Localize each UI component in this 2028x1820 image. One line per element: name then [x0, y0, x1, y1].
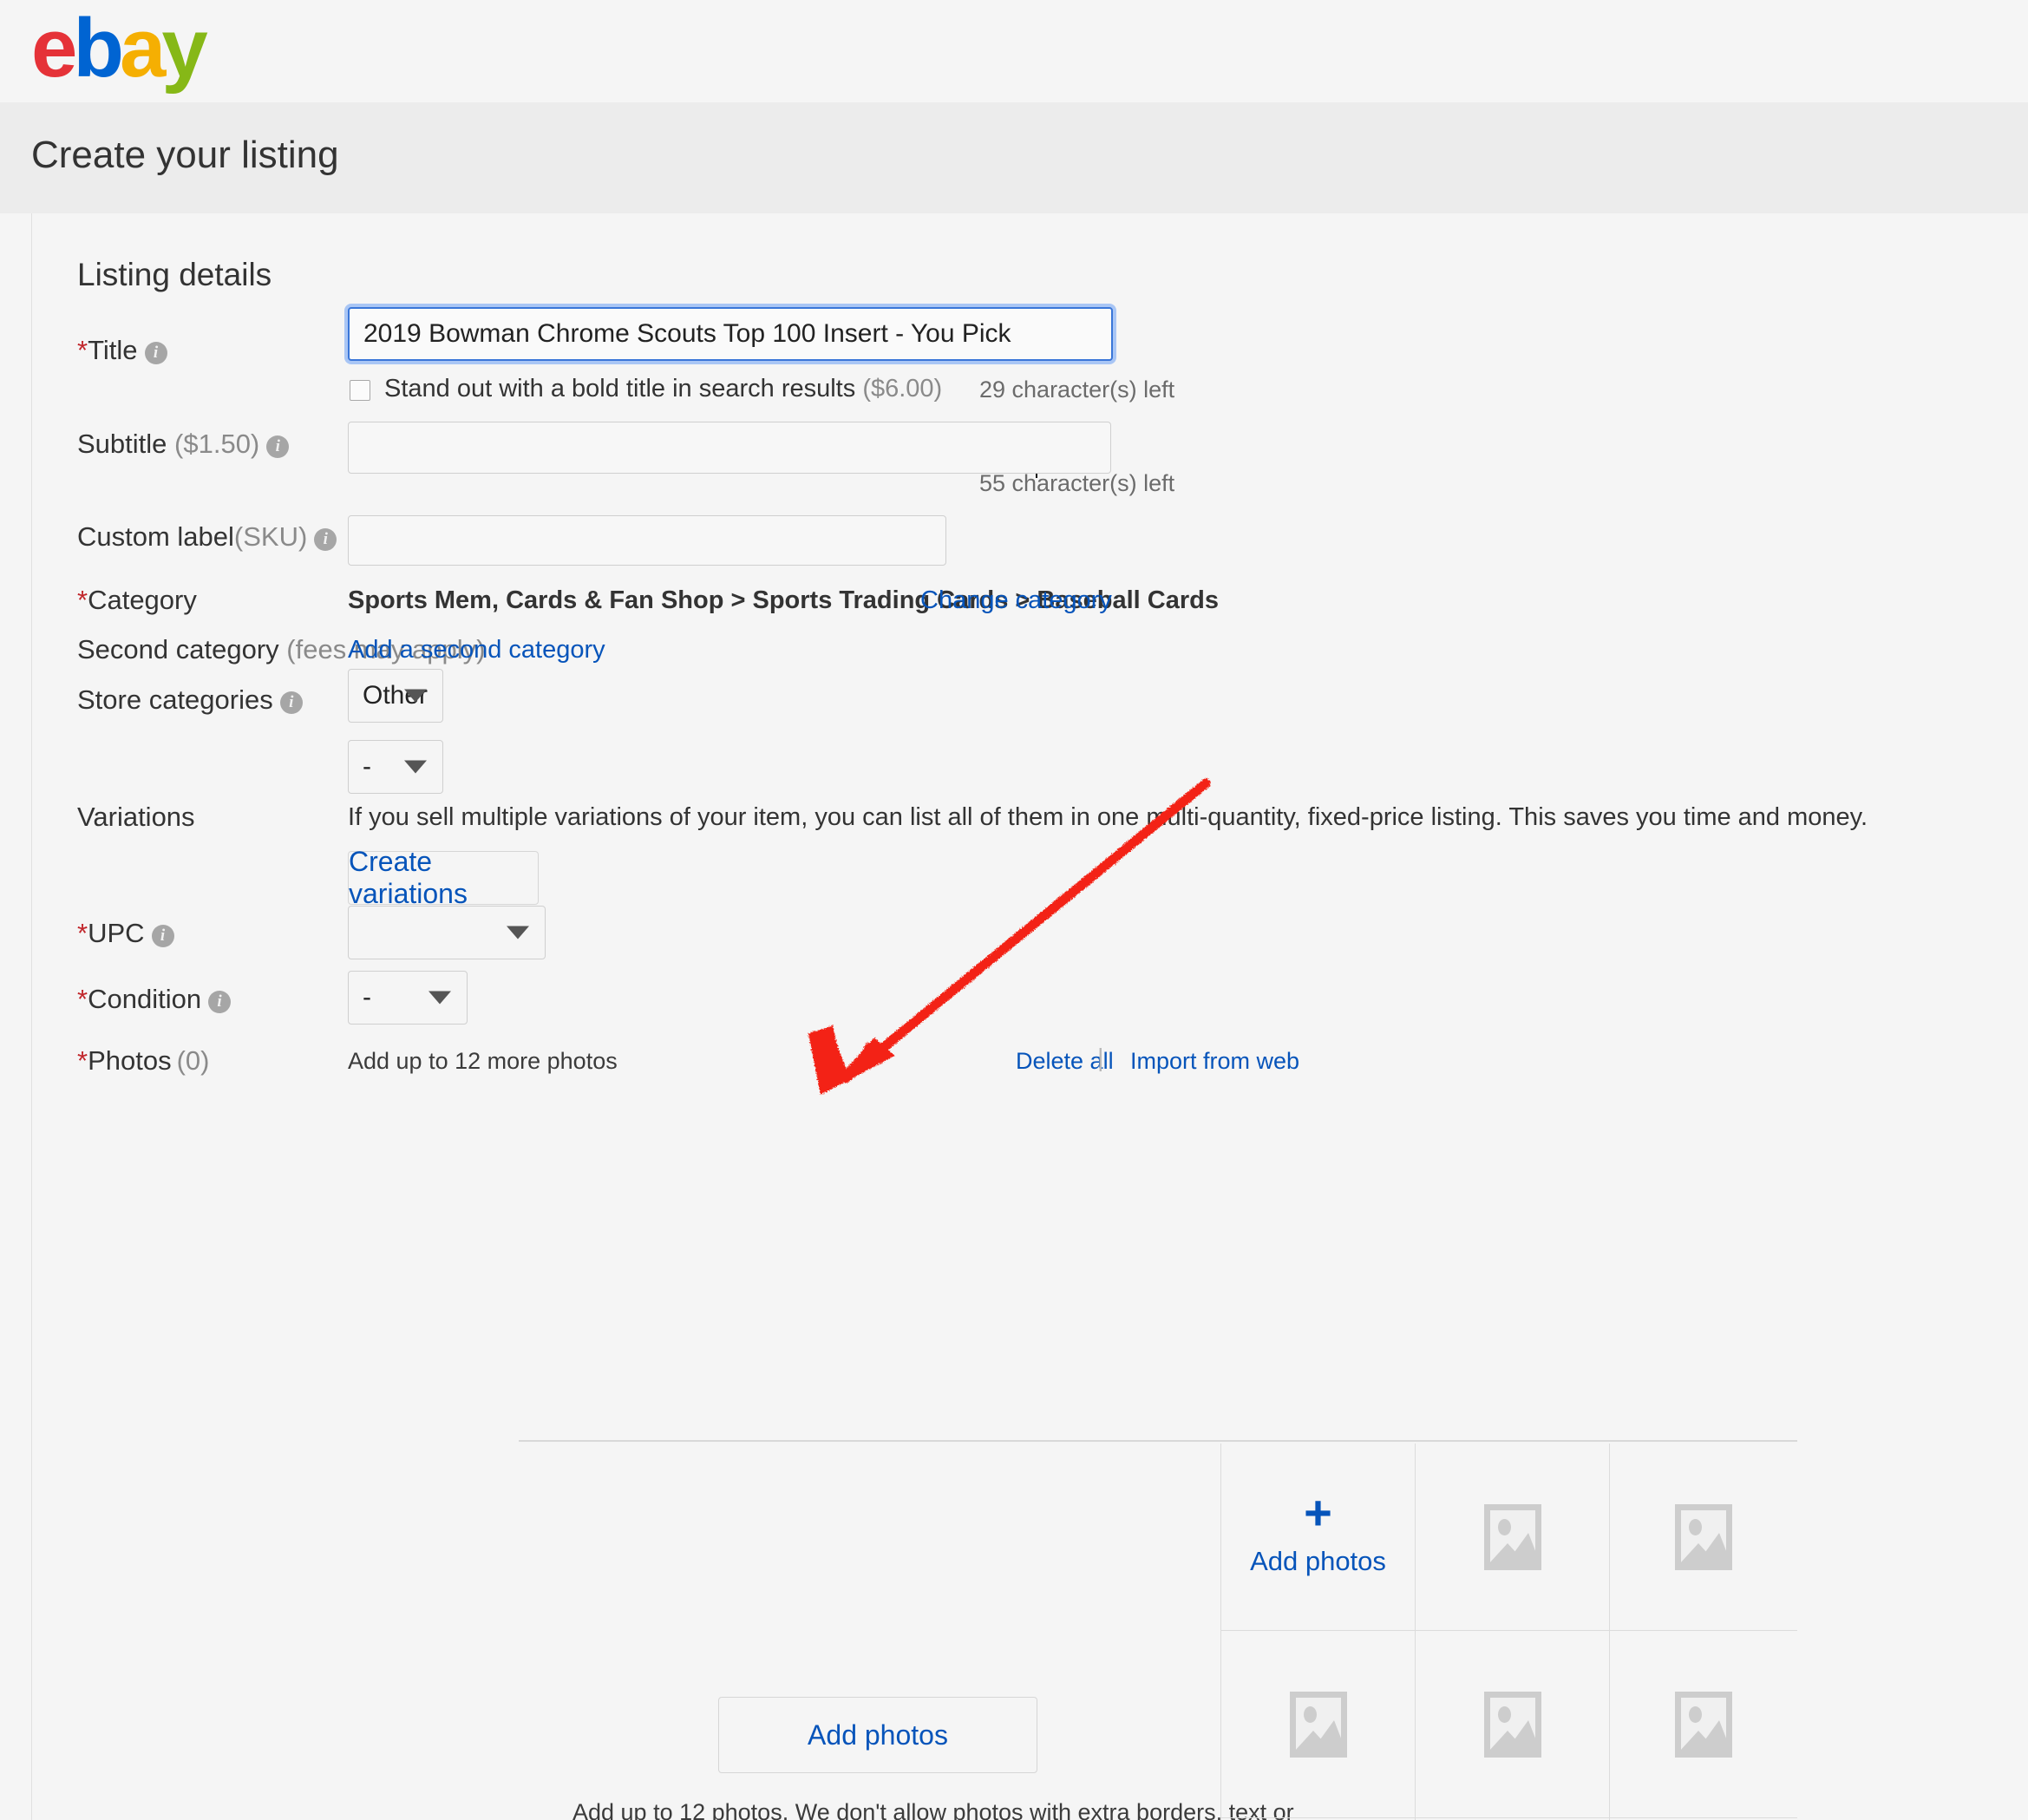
title-input[interactable]: 2019 Bowman Chrome Scouts Top 100 Insert…	[348, 307, 1113, 361]
store-categories-label-text: Store categories	[77, 684, 273, 715]
chevron-down-icon	[404, 689, 427, 703]
logo-letter-y: y	[161, 2, 207, 95]
add-second-category-link[interactable]: Add a second category	[348, 636, 605, 664]
photos-count: (0)	[176, 1045, 210, 1076]
links-divider: |	[1097, 1044, 1104, 1072]
condition-value: -	[363, 983, 371, 1011]
photos-label: *Photos (0)	[77, 1045, 209, 1077]
photo-tile-empty[interactable]	[1610, 1444, 1797, 1631]
bold-title-checkbox[interactable]	[350, 380, 370, 401]
subtitle-input[interactable]	[348, 422, 1111, 474]
section-heading: Listing details	[77, 257, 272, 292]
hill-shape	[1489, 1542, 1527, 1564]
photo-guidelines-note: Add up to 12 photos. We don't allow phot…	[572, 1799, 1294, 1820]
category-label-text: Category	[88, 585, 197, 615]
required-asterisk: *	[77, 335, 88, 365]
required-asterisk: *	[77, 984, 88, 1014]
info-icon[interactable]: i	[266, 435, 290, 458]
custom-label-text: Custom label	[77, 521, 234, 552]
page-title-band: Create your listing	[0, 102, 2028, 213]
image-placeholder-icon	[1483, 1503, 1541, 1570]
title-input-value: 2019 Bowman Chrome Scouts Top 100 Insert…	[363, 319, 1011, 348]
add-photos-button-label: Add photos	[808, 1719, 948, 1751]
photo-tile-empty[interactable]	[1221, 1631, 1416, 1818]
subtitle-label: Subtitle ($1.50) i	[77, 429, 290, 460]
import-from-web-link[interactable]: Import from web	[1130, 1048, 1299, 1075]
photo-tile-empty[interactable]	[1416, 1631, 1610, 1818]
ebay-logo[interactable]: ebay	[31, 7, 208, 90]
second-category-label-text: Second category	[77, 634, 279, 664]
condition-label-text: Condition	[88, 984, 202, 1014]
add-photos-button[interactable]: Add photos	[718, 1697, 1037, 1773]
logo-letter-a: a	[120, 2, 166, 95]
create-variations-button[interactable]: Create variations	[348, 846, 539, 909]
custom-label-hint: (SKU)	[233, 521, 308, 552]
create-variations-label: Create variations	[349, 846, 468, 909]
variations-label-text: Variations	[77, 802, 195, 832]
hill-shape	[1681, 1542, 1717, 1564]
plus-icon: +	[1304, 1485, 1332, 1540]
store-category-primary-select[interactable]: Other	[348, 669, 443, 723]
bold-title-text: Stand out with a bold title in search re…	[384, 375, 856, 403]
title-label: *Title i	[77, 335, 167, 366]
info-icon[interactable]: i	[144, 342, 167, 364]
chevron-down-icon	[404, 760, 427, 774]
photo-tile-add-label: Add photos	[1250, 1546, 1386, 1576]
store-categories-label: Store categories i	[77, 684, 303, 716]
image-placeholder-icon	[1675, 1503, 1732, 1570]
store-category-secondary-select[interactable]: -	[348, 740, 443, 794]
photo-tile-empty[interactable]	[1416, 1444, 1610, 1631]
change-category-link[interactable]: Change category	[920, 586, 1112, 615]
photos-label-text: Photos	[88, 1045, 172, 1076]
variations-description: If you sell multiple variations of your …	[348, 803, 1868, 831]
image-placeholder-icon	[1289, 1691, 1347, 1758]
image-placeholder-icon	[1483, 1691, 1541, 1758]
image-placeholder-icon	[1675, 1691, 1732, 1758]
info-icon[interactable]: i	[279, 691, 303, 714]
add-more-photos-text: Add up to 12 more photos	[348, 1048, 618, 1074]
photo-upload-area: Add photos Add up to 12 photos. We don't…	[519, 1440, 1797, 1820]
page-title: Create your listing	[31, 134, 339, 176]
condition-label: *Condition i	[77, 984, 232, 1015]
chevron-down-icon	[428, 991, 451, 1005]
required-asterisk: *	[77, 918, 88, 948]
info-icon[interactable]: i	[151, 925, 174, 947]
hill-shape	[1489, 1730, 1527, 1751]
photo-main-dropzone[interactable]: Add photos Add up to 12 photos. We don't…	[519, 1444, 1294, 1820]
upc-select[interactable]	[348, 906, 546, 959]
store-category-secondary-value: -	[363, 752, 371, 781]
title-label-text: Title	[88, 335, 138, 365]
info-icon[interactable]: i	[208, 991, 232, 1013]
subtitle-chars-left: 55 character(s) left	[979, 470, 1175, 496]
custom-label-label: Custom label(SKU) i	[77, 521, 337, 553]
bold-title-checkbox-label[interactable]: Stand out with a bold title in search re…	[384, 375, 942, 403]
title-chars-left: 29 character(s) left	[979, 376, 1175, 403]
required-asterisk: *	[77, 1045, 88, 1076]
category-label: *Category	[77, 585, 197, 616]
hill-shape	[1681, 1730, 1717, 1751]
photo-tile-add[interactable]: + Add photos	[1221, 1444, 1416, 1631]
photo-tile-empty[interactable]	[1610, 1631, 1797, 1818]
logo-letter-e: e	[31, 2, 77, 95]
upc-label: *UPC i	[77, 918, 174, 949]
subtitle-label-text: Subtitle	[77, 429, 167, 459]
subtitle-fee: ($1.50)	[174, 429, 260, 459]
variations-label: Variations	[77, 802, 195, 833]
logo-letter-b: b	[73, 2, 124, 95]
required-asterisk: *	[77, 585, 88, 615]
condition-select[interactable]: -	[348, 971, 468, 1025]
bold-title-price: ($6.00)	[862, 375, 943, 403]
hill-shape	[1295, 1730, 1332, 1751]
chevron-down-icon	[507, 926, 529, 939]
brand-bar: ebay	[0, 0, 2028, 102]
ebay-create-listing-page: ebay Create your listing Listing details…	[0, 0, 2028, 1820]
custom-label-input[interactable]	[348, 515, 946, 566]
info-icon[interactable]: i	[314, 528, 337, 551]
upc-label-text: UPC	[88, 918, 145, 948]
